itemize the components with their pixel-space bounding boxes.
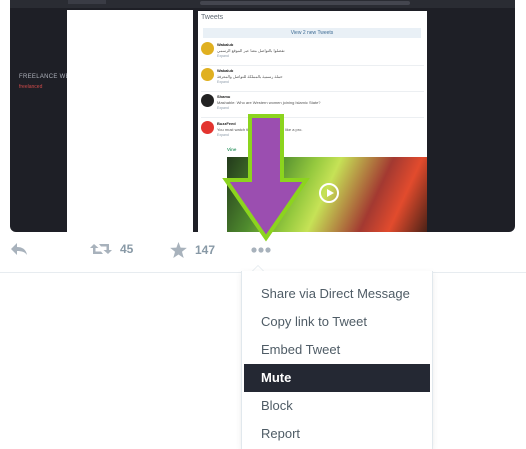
- retweet-icon: [90, 244, 112, 254]
- menu-item-report[interactable]: Report: [244, 420, 430, 448]
- mini-tweet: Shamu Mashable: Who are Western women jo…: [201, 94, 424, 114]
- mini-tweet-name: Wakalub: [217, 68, 234, 73]
- favorite-count: 147: [195, 243, 216, 257]
- menu-item-copy-link[interactable]: Copy link to Tweet: [244, 308, 430, 336]
- mini-tweet-expand: Expand: [217, 54, 229, 58]
- browser-tab: [68, 0, 106, 4]
- favorite-button[interactable]: 147: [170, 242, 215, 258]
- divider: [201, 65, 424, 66]
- menu-item-embed[interactable]: Embed Tweet: [244, 336, 430, 364]
- mini-tweet: Wakalub حملة رسمية بالمملكة للتواصل والم…: [201, 68, 424, 88]
- divider: [201, 91, 424, 92]
- retweet-count: 45: [120, 242, 134, 256]
- mini-tweet-text: Mashable: Who are Western women joining …: [217, 100, 321, 105]
- mini-tweet-name: Shamu: [217, 94, 231, 99]
- reply-icon: [11, 243, 27, 255]
- play-icon: [319, 183, 339, 203]
- mini-tweet-text: تفضلوا بالتواصل معنا عبر الموقع الرسمي: [217, 48, 285, 53]
- avatar: [201, 42, 214, 55]
- browser-topbar: [10, 0, 515, 8]
- mini-tweet: Wakalub تفضلوا بالتواصل معنا عبر الموقع …: [201, 42, 424, 62]
- menu-item-block[interactable]: Block: [244, 392, 430, 420]
- more-button[interactable]: [251, 247, 271, 253]
- star-icon: [170, 242, 187, 258]
- mini-tweet-name: Wakalub: [217, 42, 234, 47]
- ellipsis-icon: [251, 247, 271, 253]
- new-tweets-bar: View 2 new Tweets: [203, 28, 421, 38]
- menu-item-mute[interactable]: Mute: [244, 364, 430, 392]
- avatar: [201, 68, 214, 81]
- menu-item-share-dm[interactable]: Share via Direct Message: [244, 280, 430, 308]
- avatar: [201, 94, 214, 107]
- mini-tweet-text: حملة رسمية بالمملكة للتواصل والمعرفة: [217, 74, 283, 79]
- mini-tweet-expand: Expand: [217, 80, 229, 84]
- retweet-button[interactable]: 45: [90, 242, 133, 256]
- more-actions-menu: Share via Direct Message Copy link to Tw…: [241, 271, 433, 449]
- reply-button[interactable]: [10, 242, 28, 256]
- avatar: [201, 121, 214, 134]
- blank-panel: [67, 10, 193, 232]
- down-arrow-annotation: [222, 114, 310, 242]
- mini-tweet-expand: Expand: [217, 106, 229, 110]
- site-subtitle: freelanced: [19, 84, 43, 90]
- address-bar: [200, 1, 410, 5]
- tweet-actions: 45 147: [0, 236, 526, 268]
- tweets-panel-header: Tweets: [201, 14, 224, 21]
